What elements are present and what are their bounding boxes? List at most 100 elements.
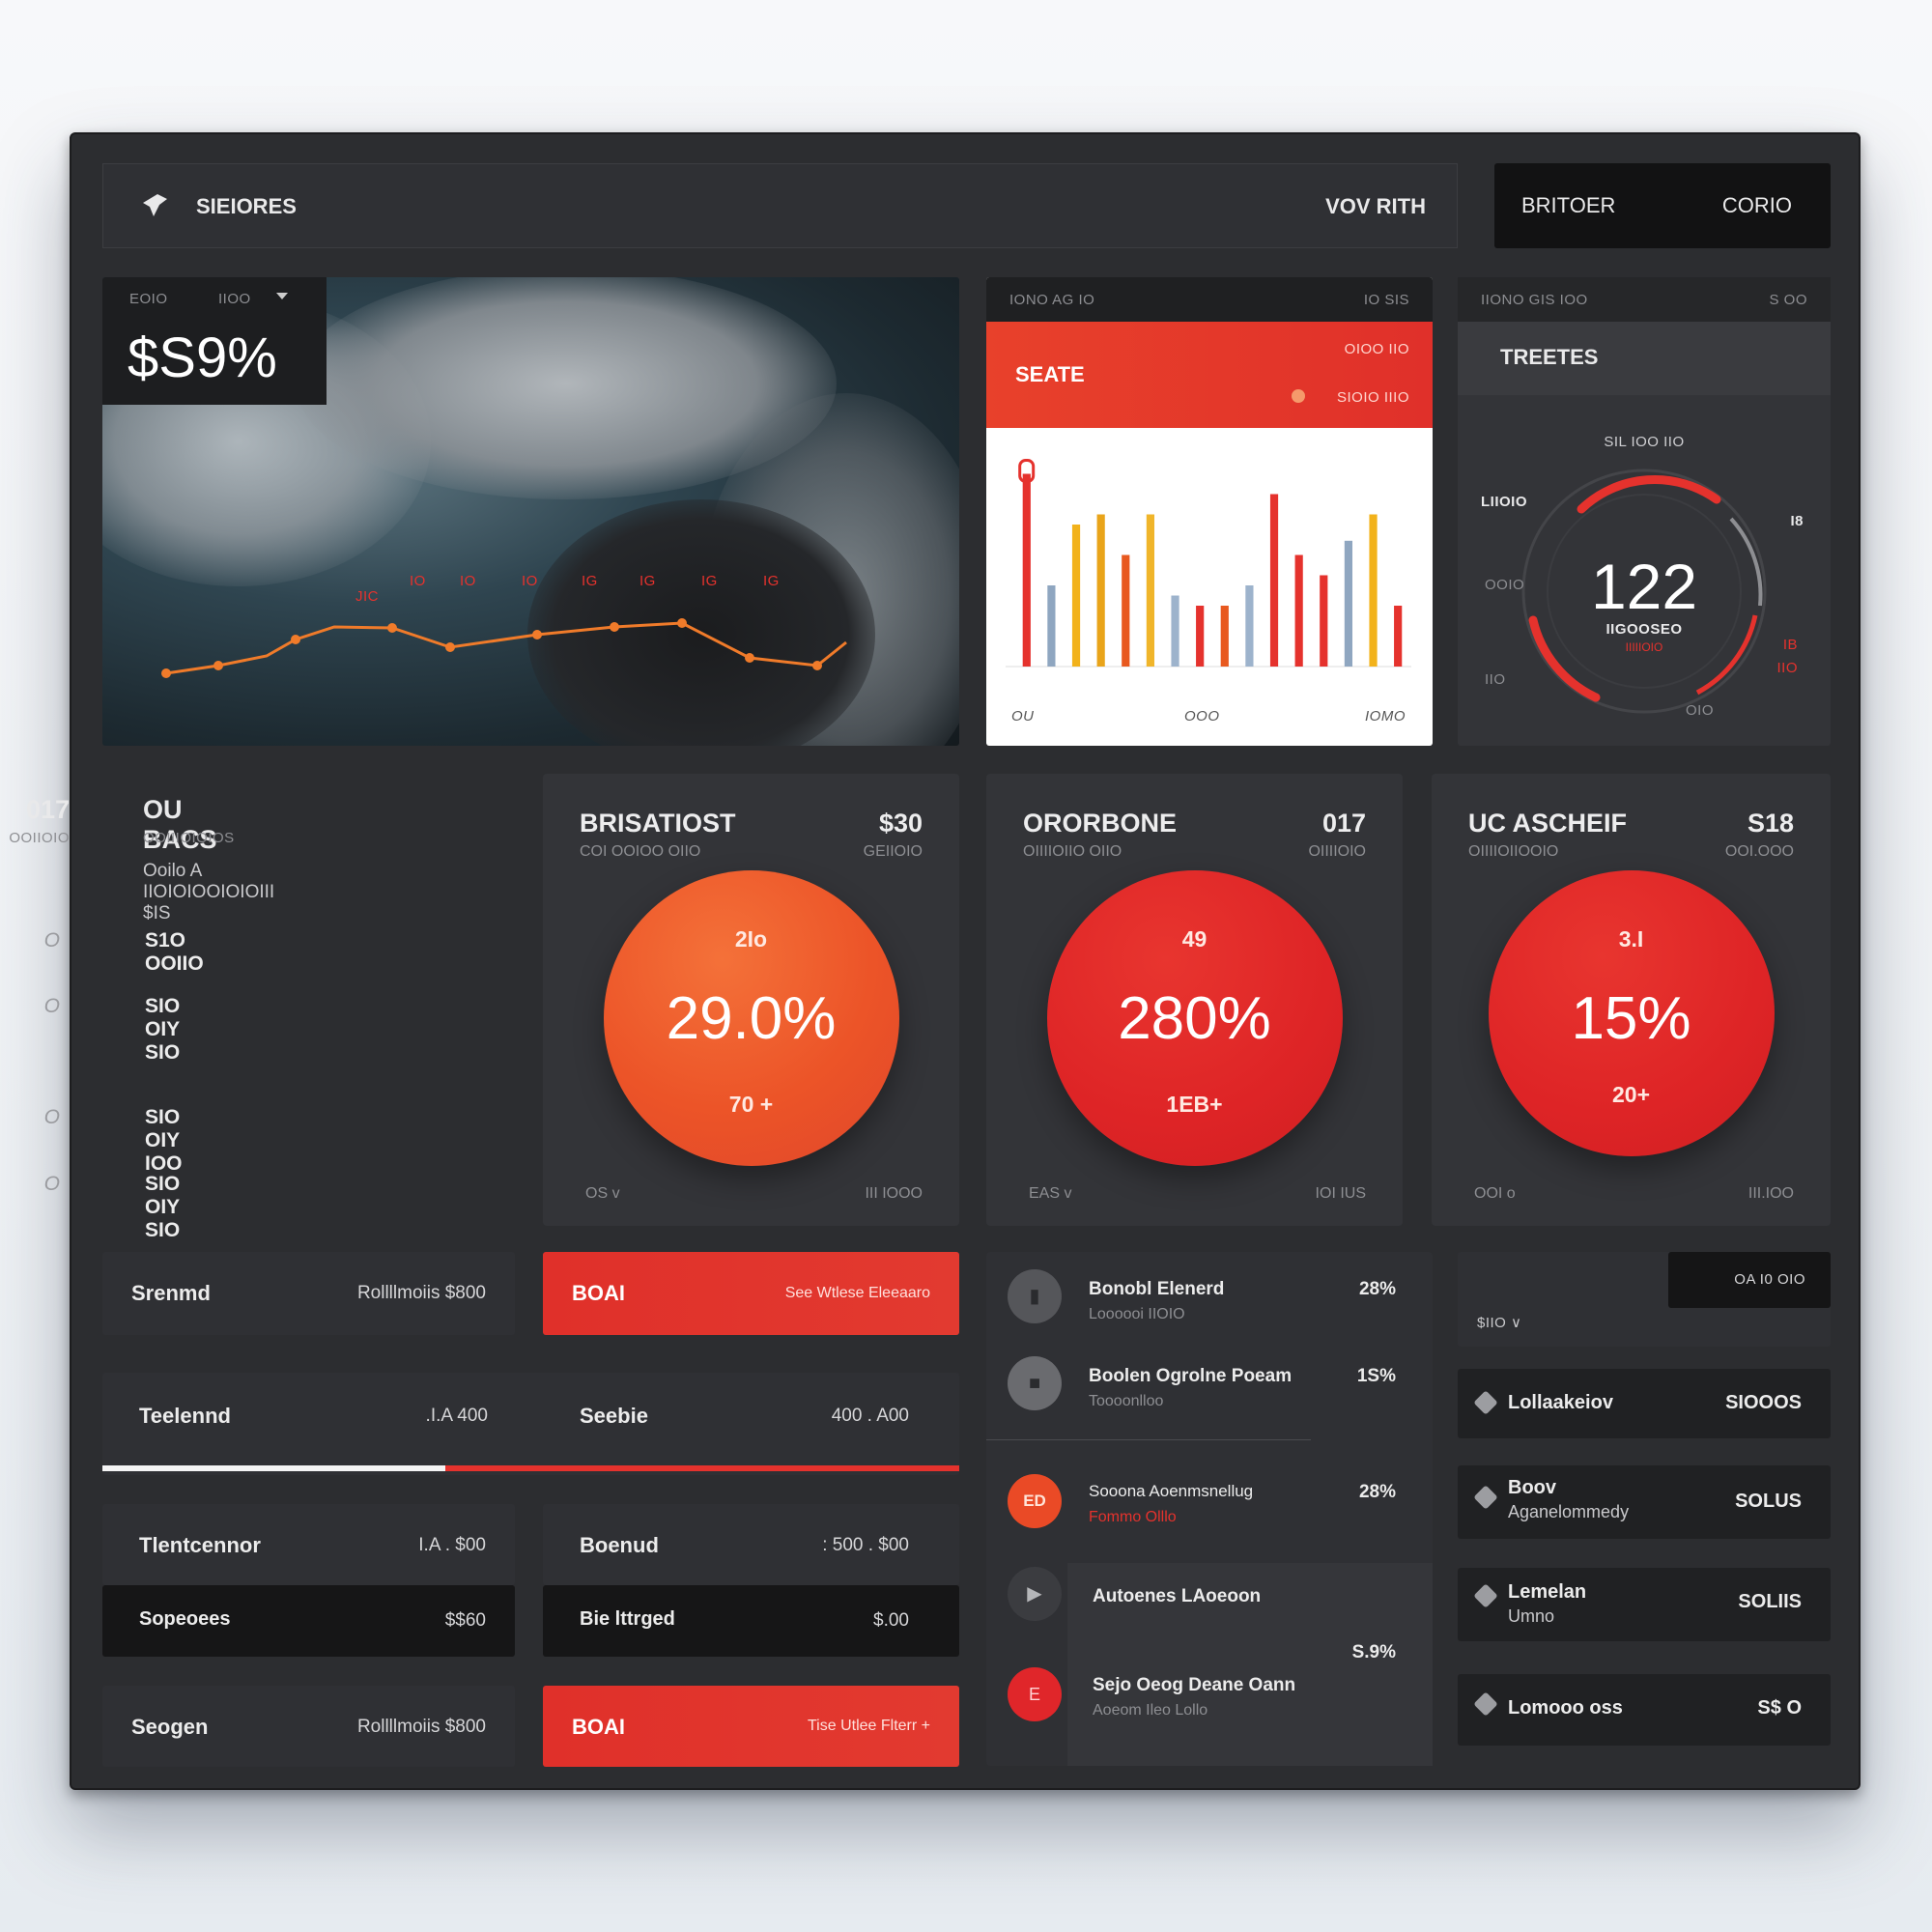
- world-map-panel[interactable]: EOIO IIOO $S9% JIC IO IO IO IG IG IG IG: [102, 277, 959, 746]
- box-icon: ■: [1008, 1356, 1062, 1410]
- right-item-name: Lemelan: [1508, 1581, 1587, 1603]
- action-button[interactable]: BOAI See Wtlese Eleeaaro: [543, 1252, 959, 1335]
- bar-12[interactable]: [1294, 554, 1303, 668]
- top-right-label[interactable]: VOV RITH: [1325, 194, 1426, 219]
- bottom-row[interactable]: Bie lttrged $.00: [543, 1585, 959, 1657]
- play-icon[interactable]: ▶: [1008, 1567, 1062, 1621]
- bottom-row[interactable]: Sopeoees $$60: [102, 1585, 515, 1657]
- bar-5[interactable]: [1122, 554, 1130, 668]
- progress-fill: [102, 1465, 445, 1471]
- bar-8[interactable]: [1196, 606, 1205, 667]
- right-header-button[interactable]: OA I0 OIO: [1668, 1252, 1831, 1308]
- kpi-sub2: GEIIOIO: [863, 843, 923, 860]
- kpi-footer-right: IOI IUS: [1315, 1185, 1366, 1202]
- right-list-item[interactable]: Lomooo oss S$ O: [1458, 1674, 1831, 1746]
- summary-sub1: OOIIIOIOIOS: [143, 830, 235, 846]
- progress-track: [102, 1465, 959, 1471]
- activity-item[interactable]: E Sejo Oeog Deane Oann Aoeom Ileo Lollo: [986, 1667, 1433, 1735]
- list-item-label: SIO OIY SIO: [145, 1173, 181, 1241]
- activity-value: 28%: [1358, 1279, 1396, 1299]
- activity-value: S.9%: [1351, 1642, 1396, 1662]
- bottom-row-label: Tlentcennor: [139, 1533, 261, 1557]
- right-header-label[interactable]: $IIO ∨: [1477, 1314, 1522, 1331]
- bar-6[interactable]: [1146, 514, 1155, 668]
- activity-item[interactable]: ▮ Bonobl Elenerd Loooooi IIOIO 28%: [986, 1269, 1433, 1337]
- bar-3[interactable]: [1071, 525, 1081, 667]
- right-list-item[interactable]: Lollaakeiov SIOOOS: [1458, 1369, 1831, 1438]
- bar-x-left: OU: [1011, 708, 1035, 724]
- bottom-row[interactable]: Seogen Rollllmoiis $800: [102, 1686, 515, 1767]
- activity-title: Autoenes LAoeoon: [1093, 1586, 1262, 1606]
- kpi-card[interactable]: UC ASCHEIF S18 OIIIIOIIOOIO OOI.OOO 3.I …: [1432, 774, 1831, 1226]
- right-item-value: S$ O: [1757, 1697, 1802, 1719]
- bar-4[interactable]: [1096, 514, 1105, 668]
- right-list-item[interactable]: Boov Aganelommedy SOLUS: [1458, 1465, 1831, 1539]
- bar-10[interactable]: [1245, 585, 1254, 667]
- activity-item[interactable]: ■ Boolen Ogrolne Poeam Toooonlloo 1S%: [986, 1356, 1433, 1424]
- bar-16[interactable]: [1394, 606, 1403, 667]
- diamond-icon: [1473, 1390, 1498, 1415]
- gauge-card[interactable]: IIONO GIS IOO S OO TREETES SIL IOO IIO 1…: [1458, 277, 1831, 746]
- activity-value: 28%: [1358, 1482, 1396, 1502]
- kpi-percent: 280%: [1118, 985, 1271, 1052]
- bottom-row-label: Bie lttrged: [580, 1608, 675, 1630]
- kpi-circle-bottom: 70 +: [728, 1092, 774, 1117]
- bar-card-sub2: SIOIO IIIO: [1336, 389, 1409, 406]
- action-button[interactable]: BOAI Tise Utlee Flterr +: [543, 1686, 959, 1767]
- summary-desc: Ooilo A IIOIOIOOIOIOIII $IS: [143, 861, 275, 923]
- bottom-row-label: Sopeoees: [139, 1608, 231, 1630]
- kpi-sub2: OIIIIOIO: [1308, 843, 1366, 860]
- right-item-name: Lollaakeiov: [1508, 1392, 1613, 1413]
- top-button-group: BRITOER CORIO: [1494, 163, 1831, 248]
- list-item-label: SIO OIY IOO: [145, 1106, 183, 1175]
- bar-chart-card[interactable]: IONO AG IO IO SIS SEATE OIOO IIO SIOIO I…: [986, 277, 1433, 746]
- bar-15[interactable]: [1369, 514, 1378, 668]
- activity-subtitle: Fommo Olllo: [1089, 1509, 1177, 1525]
- bar-11[interactable]: [1269, 494, 1279, 668]
- kpi-card[interactable]: BRISATIOST $30 COI OOIOO OIIO GEIIOIO 2I…: [543, 774, 959, 1226]
- kpi-footer-left[interactable]: OS v: [585, 1185, 620, 1203]
- kpi-footer-left[interactable]: EAS v: [1029, 1185, 1071, 1203]
- bar-7[interactable]: [1171, 595, 1179, 668]
- list-item-label: SIO OIY SIO: [145, 995, 181, 1064]
- bar-13[interactable]: [1320, 575, 1328, 668]
- top-button-2[interactable]: CORIO: [1722, 193, 1792, 218]
- list-item-action[interactable]: O: [44, 995, 60, 1018]
- bottom-row-label: Seogen: [131, 1715, 209, 1739]
- list-item-action[interactable]: O: [44, 1173, 60, 1196]
- bottom-row[interactable]: Tlentcennor I.A . $00: [102, 1504, 515, 1585]
- activity-item[interactable]: ▶ Autoenes LAoeoon S.9%: [986, 1567, 1433, 1662]
- gauge-sub: IIGOOSEO: [1605, 621, 1683, 638]
- kpi-circle: 3.I 15% 20+: [1488, 870, 1775, 1156]
- bar-card-hdr-right: IO SIS: [1363, 292, 1409, 308]
- badge-icon: ED: [1008, 1474, 1062, 1528]
- bottom-row[interactable]: Boenud : 500 . $00: [543, 1504, 959, 1585]
- bar-2[interactable]: [1047, 585, 1056, 667]
- activity-item[interactable]: ED Sooona Aoenmsnellug Fommo Olllo 28%: [986, 1474, 1433, 1542]
- bottom-row[interactable]: Srenmd Rollllmoiis $800: [102, 1252, 515, 1335]
- kpi-title: BRISATIOST: [580, 809, 736, 838]
- bar-9[interactable]: [1220, 606, 1229, 667]
- right-list-item[interactable]: Lemelan Umno SOLIIS: [1458, 1568, 1831, 1641]
- right-header-button-label: OA I0 OIO: [1734, 1271, 1805, 1288]
- activity-title: Bonobl Elenerd: [1089, 1279, 1225, 1299]
- top-button-1[interactable]: BRITOER: [1521, 193, 1615, 218]
- bar-14[interactable]: [1344, 540, 1353, 667]
- map-label: IO: [410, 573, 426, 589]
- map-label: IO: [460, 573, 476, 589]
- kpi-value: S18: [1747, 809, 1794, 838]
- kpi-value: 017: [1321, 809, 1366, 838]
- progress-right-value: 400 . A00: [831, 1406, 909, 1426]
- gauge-right-label: IIO: [1776, 660, 1798, 676]
- kpi-card[interactable]: ORORBONE 017 OIIIIOIIO OIIO OIIIIOIO 49 …: [986, 774, 1403, 1226]
- gauge-left-label: LIIOIO: [1481, 494, 1527, 510]
- list-item-action[interactable]: O: [44, 929, 60, 952]
- bar-1[interactable]: [1022, 473, 1031, 668]
- kpi-circle-top: 3.I: [1618, 926, 1644, 952]
- kpi-footer-left[interactable]: OOI o: [1474, 1185, 1516, 1203]
- kpi-value: $30: [878, 809, 923, 838]
- diamond-icon: [1473, 1583, 1498, 1608]
- list-item-action[interactable]: O: [44, 1106, 60, 1129]
- kpi-circle-top: 2Io: [734, 926, 768, 952]
- map-label: IO: [522, 573, 538, 589]
